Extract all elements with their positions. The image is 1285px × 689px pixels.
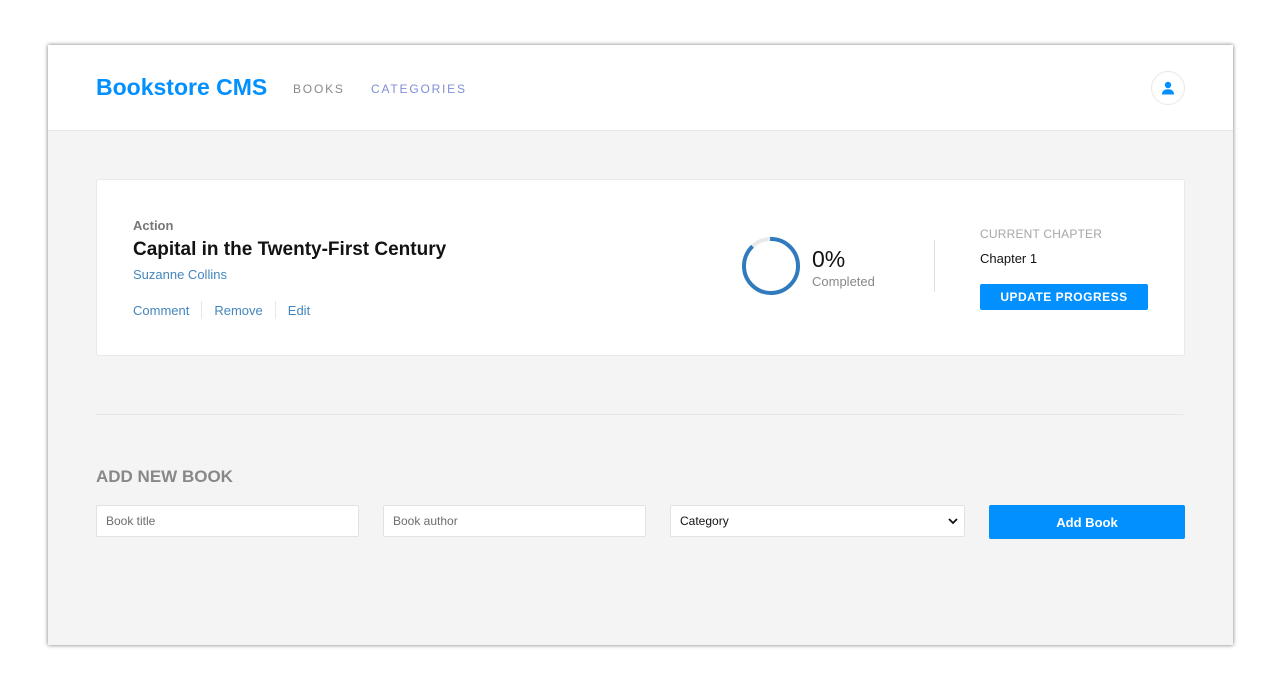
progress-completed-label: Completed <box>812 274 875 289</box>
chevron-down-icon <box>948 517 958 524</box>
update-progress-button[interactable]: UPDATE PROGRESS <box>980 284 1148 310</box>
nav-link-categories[interactable]: CATEGORIES <box>371 82 467 96</box>
user-icon <box>1162 81 1174 95</box>
book-author-input[interactable] <box>383 505 646 537</box>
category-select[interactable]: Category <box>670 505 965 537</box>
book-title: Capital in the Twenty-First Century <box>133 239 447 260</box>
add-book-button[interactable]: Add Book <box>989 505 1185 539</box>
action-divider <box>201 301 203 319</box>
book-author: Suzanne Collins <box>133 267 227 282</box>
app-window: Bookstore CMS BOOKS CATEGORIES Action Ca… <box>48 45 1233 645</box>
add-book-heading: ADD NEW BOOK <box>96 467 233 486</box>
progress-ring-arc <box>742 237 800 296</box>
nav-link-books[interactable]: BOOKS <box>293 82 345 96</box>
user-profile-button[interactable] <box>1151 71 1185 105</box>
section-divider <box>96 414 1183 415</box>
current-chapter-value: Chapter 1 <box>980 251 1038 266</box>
remove-button[interactable]: Remove <box>214 303 262 318</box>
top-navbar: Bookstore CMS BOOKS CATEGORIES <box>48 45 1233 131</box>
comment-button[interactable]: Comment <box>133 303 189 318</box>
current-chapter-heading: CURRENT CHAPTER <box>980 227 1103 241</box>
progress-ring <box>742 237 800 296</box>
edit-button[interactable]: Edit <box>288 303 310 318</box>
book-actions: Comment Remove Edit <box>133 301 310 319</box>
category-select-value: Category <box>680 514 729 528</box>
progress-percent: 0% <box>812 246 846 272</box>
action-divider <box>274 301 276 319</box>
book-genre: Action <box>133 218 174 233</box>
book-title-input[interactable] <box>96 505 359 537</box>
brand-logo[interactable]: Bookstore CMS <box>96 74 267 101</box>
book-card: Action Capital in the Twenty-First Centu… <box>96 179 1185 356</box>
card-divider <box>934 240 935 292</box>
